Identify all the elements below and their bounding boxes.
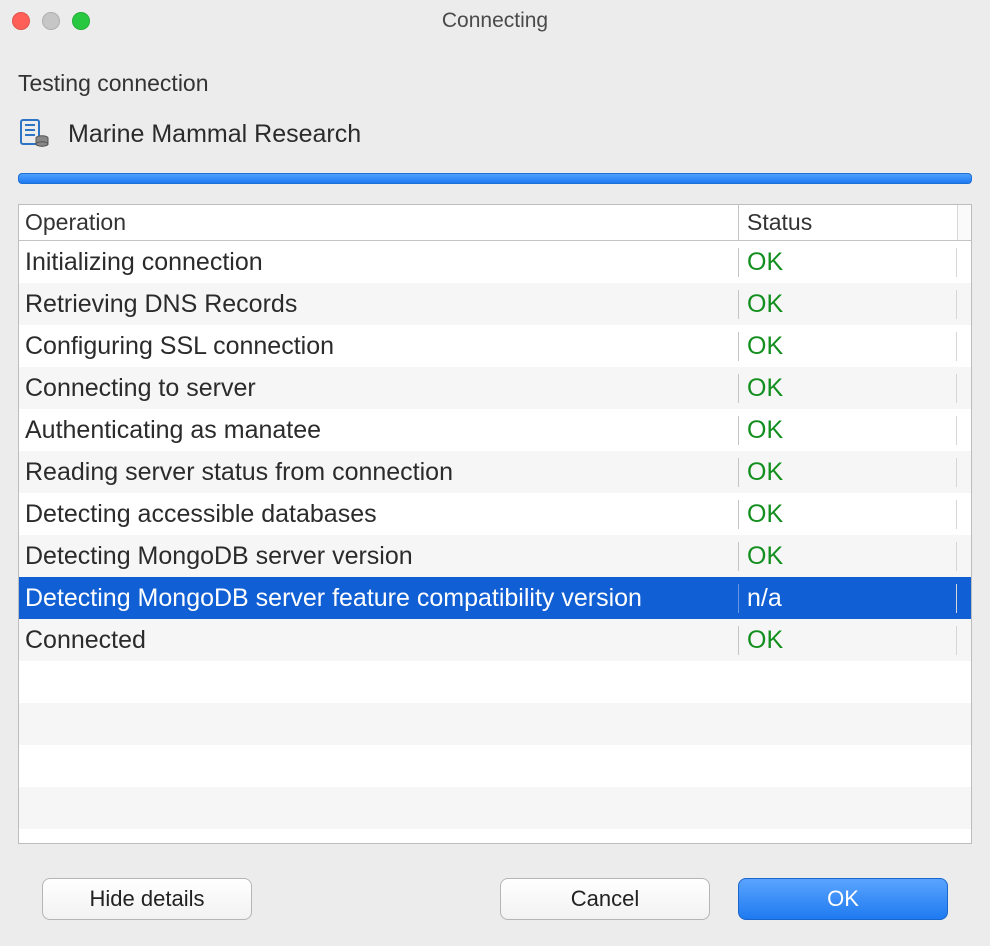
cell-status: OK [739, 374, 957, 403]
scrollbar-gutter [957, 205, 971, 240]
cell-status: OK [739, 290, 957, 319]
cell-status: OK [739, 542, 957, 571]
dialog-heading: Testing connection [18, 70, 972, 97]
table-row[interactable]: ConnectedOK [19, 619, 971, 661]
cell-status: OK [739, 500, 957, 529]
cancel-button[interactable]: Cancel [500, 878, 710, 920]
table-row [19, 661, 971, 703]
table-row[interactable]: Authenticating as manateeOK [19, 409, 971, 451]
traffic-lights [12, 12, 90, 30]
cell-status: OK [739, 458, 957, 487]
table-row [19, 745, 971, 787]
window-title: Connecting [0, 9, 990, 33]
close-window-button[interactable] [12, 12, 30, 30]
table-row[interactable]: Connecting to serverOK [19, 367, 971, 409]
table-row[interactable]: Detecting MongoDB server versionOK [19, 535, 971, 577]
cell-operation: Authenticating as manatee [19, 416, 739, 445]
table-row[interactable]: Retrieving DNS RecordsOK [19, 283, 971, 325]
table-row[interactable]: Detecting accessible databasesOK [19, 493, 971, 535]
minimize-window-button[interactable] [42, 12, 60, 30]
cell-operation: Connected [19, 626, 739, 655]
cell-operation: Initializing connection [19, 248, 739, 277]
table-row [19, 703, 971, 745]
connection-row: Marine Mammal Research [18, 119, 972, 149]
table-row[interactable]: Initializing connectionOK [19, 241, 971, 283]
cell-operation: Detecting MongoDB server version [19, 542, 739, 571]
connection-name: Marine Mammal Research [68, 120, 361, 149]
database-icon [20, 119, 50, 149]
cell-status: n/a [739, 584, 957, 613]
progress-bar [18, 173, 972, 184]
hide-details-button[interactable]: Hide details [42, 878, 252, 920]
titlebar: Connecting [0, 0, 990, 42]
cell-operation: Detecting MongoDB server feature compati… [19, 584, 739, 613]
dialog-content: Testing connection Marine Mammal Researc… [0, 42, 990, 932]
table-row[interactable]: Reading server status from connectionOK [19, 451, 971, 493]
cell-operation: Configuring SSL connection [19, 332, 739, 361]
cell-operation: Retrieving DNS Records [19, 290, 739, 319]
table-body: Initializing connectionOKRetrieving DNS … [19, 241, 971, 843]
cell-operation: Detecting accessible databases [19, 500, 739, 529]
cell-status: OK [739, 626, 957, 655]
column-header-operation[interactable]: Operation [19, 205, 739, 240]
table-header: Operation Status [19, 205, 971, 241]
ok-button[interactable]: OK [738, 878, 948, 920]
zoom-window-button[interactable] [72, 12, 90, 30]
cell-operation: Connecting to server [19, 374, 739, 403]
operations-table: Operation Status Initializing connection… [18, 204, 972, 844]
dialog-footer: Hide details Cancel OK [18, 844, 972, 920]
table-row[interactable]: Configuring SSL connectionOK [19, 325, 971, 367]
table-row[interactable]: Detecting MongoDB server feature compati… [19, 577, 971, 619]
cell-status: OK [739, 248, 957, 277]
table-row [19, 787, 971, 829]
cell-operation: Reading server status from connection [19, 458, 739, 487]
cell-status: OK [739, 416, 957, 445]
cell-status: OK [739, 332, 957, 361]
column-header-status[interactable]: Status [739, 205, 957, 240]
